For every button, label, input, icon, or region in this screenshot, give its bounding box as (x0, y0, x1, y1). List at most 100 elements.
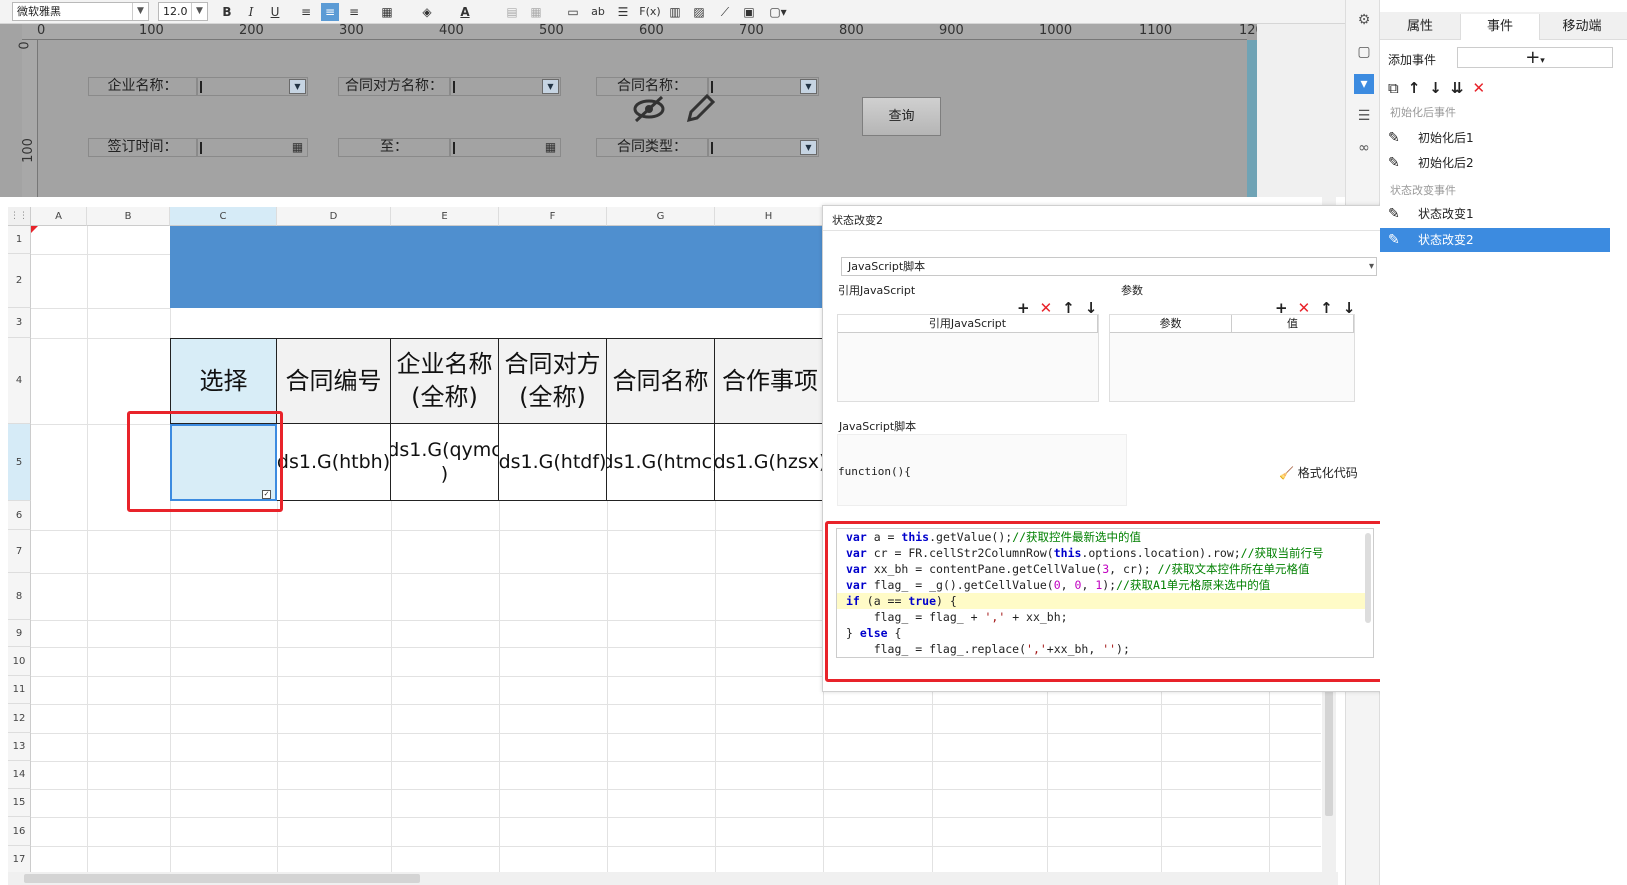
edit-pencil-icon[interactable] (685, 92, 715, 124)
contract-name-combo[interactable]: ▼ (708, 77, 819, 96)
data-cell[interactable]: ds1.G(hzsx) (715, 424, 825, 501)
sign-time-end-date[interactable]: ▦ (450, 138, 561, 157)
merge-cells-icon[interactable]: ▤ (503, 3, 521, 21)
header-cell[interactable]: 企业名称 (全称) (391, 338, 499, 424)
sign-time-label: 签订时间： (88, 138, 197, 157)
font-color-button[interactable]: A (456, 3, 474, 21)
delete-icon[interactable]: ✕ (1472, 79, 1494, 97)
insert-widget-icon[interactable]: ▭ (564, 3, 582, 21)
row-header[interactable]: 4 (8, 338, 31, 424)
calendar-icon[interactable]: ▦ (289, 139, 306, 156)
column-header[interactable]: F (499, 207, 607, 226)
calendar-icon[interactable]: ▦ (542, 139, 559, 156)
column-header[interactable]: G (607, 207, 715, 226)
tab-mobile[interactable]: 移动端 (1542, 16, 1622, 38)
slash-icon[interactable]: ⟋ (716, 3, 734, 21)
header-cell[interactable]: 合同名称 (607, 338, 715, 424)
data-cell[interactable]: ds1.G(htdf) (499, 424, 607, 501)
tab-properties[interactable]: 属性 (1380, 16, 1460, 38)
design-scrollbar[interactable] (1247, 40, 1257, 197)
format-code-button[interactable]: 🧹 格式化代码 (1279, 464, 1358, 481)
font-family-select[interactable]: 微软雅黑 ▼ (12, 2, 149, 21)
horizontal-scroll-thumb[interactable] (24, 874, 420, 883)
column-header[interactable]: E (391, 207, 499, 226)
sign-time-start-date[interactable]: ▦ (197, 138, 308, 157)
column-header[interactable]: A (31, 207, 87, 226)
params-table[interactable]: 参数 值 (1109, 314, 1355, 402)
chevron-down-icon[interactable]: ▼ (542, 79, 559, 94)
stack-icon[interactable]: ☰ (1354, 106, 1374, 126)
row-header[interactable]: 11 (8, 676, 31, 704)
row-header[interactable]: 2 (8, 254, 31, 308)
column-header[interactable]: H (715, 207, 823, 226)
paragraph-icon[interactable]: ☰ (614, 3, 632, 21)
row-header[interactable]: 10 (8, 647, 31, 676)
font-size-select[interactable]: 12.0 ▼ (158, 2, 208, 21)
fill-color-icon[interactable]: ◈ (418, 3, 436, 21)
subreport-icon[interactable]: ▣ (740, 3, 758, 21)
form-widget-icon[interactable]: ▾ (1354, 74, 1374, 94)
move-down-icon[interactable]: ↓ (1429, 79, 1451, 97)
column-header[interactable]: D (277, 207, 391, 226)
widget-settings-icon[interactable]: ⚙ (1354, 10, 1374, 30)
column-header[interactable]: B (87, 207, 170, 226)
script-type-select[interactable]: JavaScript脚本 ▾ (841, 257, 1377, 276)
row-header[interactable]: 3 (8, 308, 31, 338)
ref-js-table[interactable]: 引用JavaScript (837, 314, 1099, 402)
data-cell[interactable]: ds1.G(htmc) (607, 424, 715, 501)
row-header[interactable]: 12 (8, 704, 31, 733)
link-icon[interactable]: ∞ (1354, 138, 1374, 158)
underline-button[interactable]: U (266, 3, 284, 21)
hidden-eye-icon[interactable] (632, 94, 668, 124)
row-header[interactable]: 5 (8, 424, 31, 501)
row-header[interactable]: 15 (8, 789, 31, 817)
move-bottom-icon[interactable]: ⇊ (1451, 79, 1473, 97)
event-item-init2[interactable]: ✎ 初始化后2 (1380, 151, 1610, 175)
copy-icon[interactable]: ⧉ (1388, 79, 1408, 97)
align-center-icon[interactable]: ≡ (321, 3, 339, 21)
italic-button[interactable]: I (242, 3, 260, 21)
query-button[interactable]: 查询 (862, 97, 941, 136)
row-header[interactable]: 9 (8, 620, 31, 647)
border-icon[interactable]: ▦ (378, 3, 396, 21)
row-header[interactable]: 1 (8, 226, 31, 254)
header-cell[interactable]: 合同对方 (全称) (499, 338, 607, 424)
counterparty-combo[interactable]: ▼ (450, 77, 561, 96)
align-right-icon[interactable]: ≡ (345, 3, 363, 21)
data-cell[interactable]: ds1.G(qymc ) (391, 424, 499, 501)
row-header[interactable]: 16 (8, 817, 31, 846)
add-event-button[interactable]: +▾ (1457, 47, 1613, 68)
row-header[interactable]: 7 (8, 530, 31, 573)
data-cell[interactable]: ds1.G(htbh) (277, 424, 391, 501)
company-name-combo[interactable]: ▼ (197, 77, 308, 96)
chevron-down-icon[interactable]: ▼ (800, 79, 817, 94)
move-up-icon[interactable]: ↑ (1408, 79, 1430, 97)
column-header[interactable]: C (170, 207, 277, 226)
formula-button[interactable]: F(x) (638, 3, 662, 21)
select-all-corner[interactable]: ⋮⋮ (8, 207, 31, 226)
row-header[interactable]: 6 (8, 501, 31, 530)
image-icon[interactable]: ▨ (690, 3, 708, 21)
row-header[interactable]: 8 (8, 573, 31, 620)
tab-events[interactable]: 事件 (1460, 14, 1540, 40)
split-cells-icon[interactable]: ▦ (527, 3, 545, 21)
bold-button[interactable]: B (218, 3, 236, 21)
event-item-state1[interactable]: ✎ 状态改变1 (1380, 202, 1610, 226)
chevron-down-icon[interactable]: ▼ (289, 79, 306, 94)
text-button[interactable]: ab (589, 3, 607, 21)
align-left-icon[interactable]: ≡ (297, 3, 315, 21)
chevron-down-icon[interactable]: ▼ (800, 140, 817, 155)
row-header[interactable]: 17 (8, 846, 31, 874)
frame-icon[interactable]: ▢ (1354, 42, 1374, 62)
header-cell[interactable]: 合同编号 (277, 338, 391, 424)
row-header[interactable]: 13 (8, 733, 31, 761)
event-item-init1[interactable]: ✎ 初始化后1 (1380, 126, 1610, 150)
grid-line (31, 761, 1321, 762)
row-header[interactable]: 14 (8, 761, 31, 789)
chart-icon[interactable]: ▥ (666, 3, 684, 21)
header-cell[interactable]: 合作事项 (715, 338, 825, 424)
cell-element-icon[interactable]: ▢▾ (766, 3, 790, 21)
event-item-state2-selected[interactable]: ✎ 状态改变2 (1380, 228, 1610, 252)
grid-line (31, 254, 170, 255)
contract-type-combo[interactable]: ▼ (708, 138, 819, 157)
